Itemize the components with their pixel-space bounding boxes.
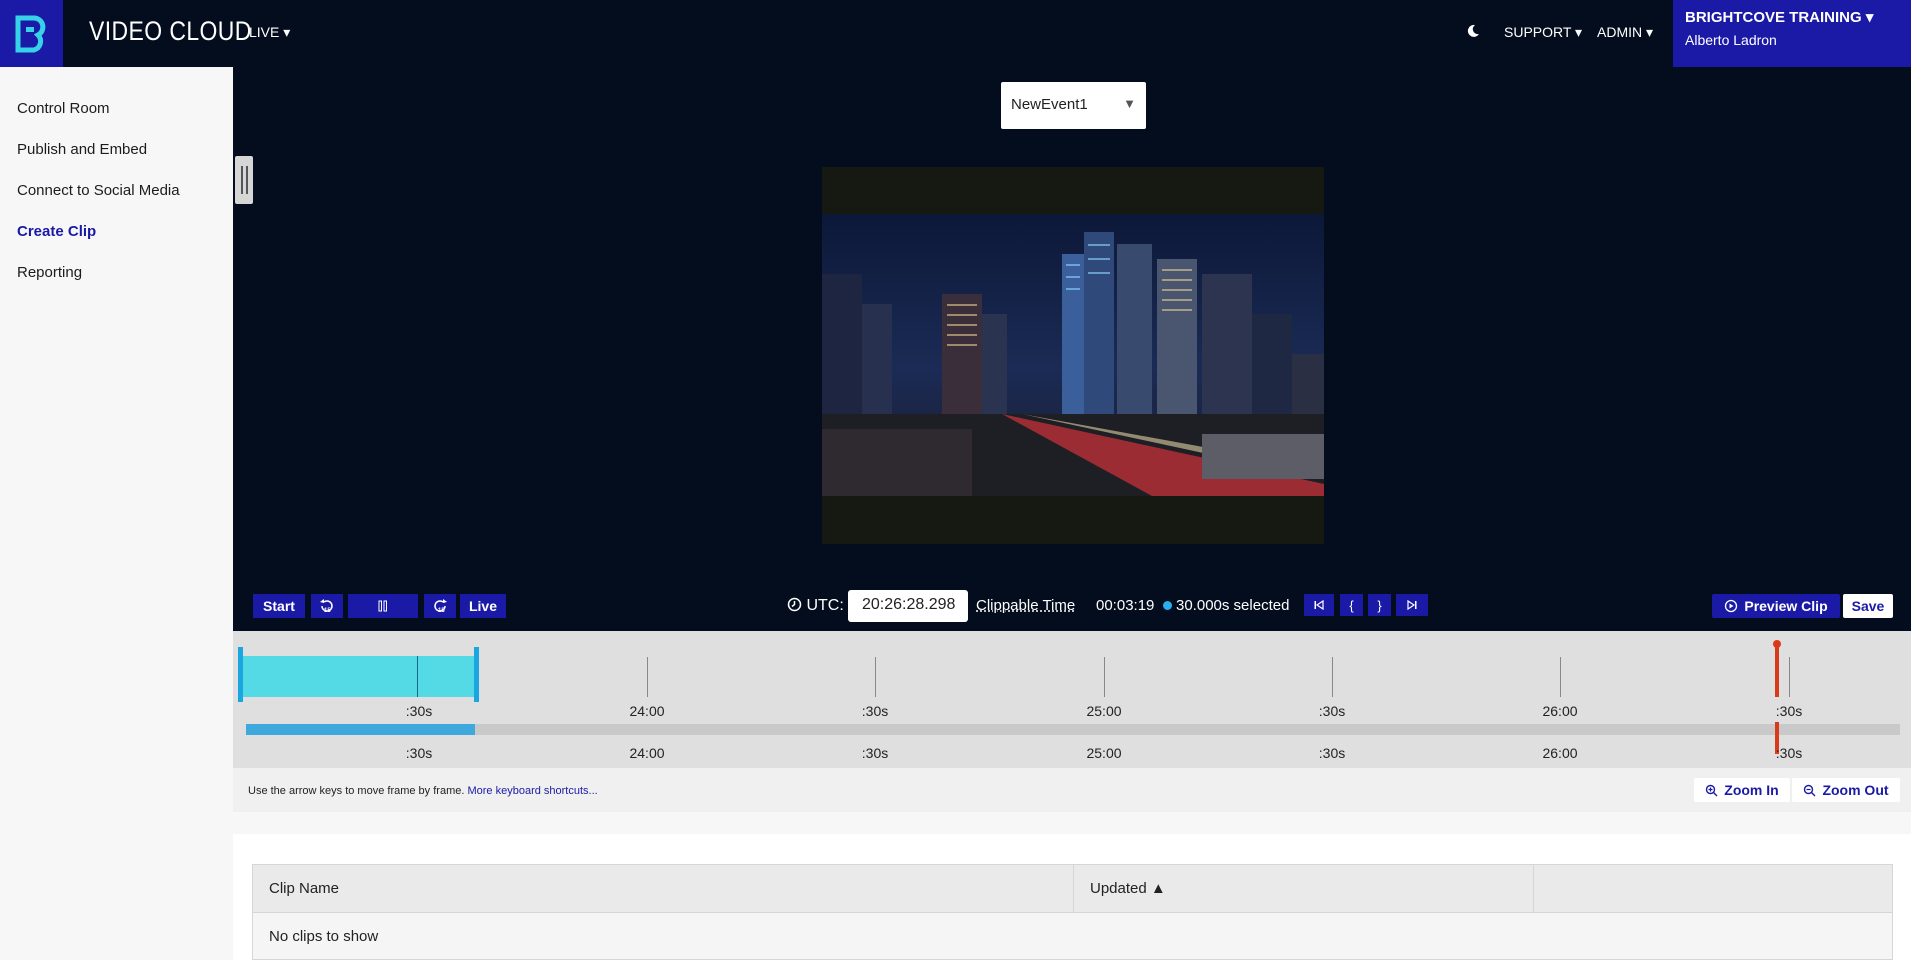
timeline-tick [1332, 657, 1333, 697]
sidebar-item-control-room[interactable]: Control Room [17, 100, 110, 117]
sidebar-item-social-media[interactable]: Connect to Social Media [17, 182, 180, 199]
chevron-down-icon: ▼ [1123, 96, 1136, 111]
timeline-label: :30s [405, 703, 433, 719]
timeline-tick [1560, 657, 1561, 697]
rewind-icon: 15 [320, 599, 333, 614]
forward-icon: 15 [434, 599, 447, 614]
mark-in-button[interactable]: { [1340, 594, 1363, 616]
column-actions [1533, 865, 1892, 913]
timeline-label: 25:00 [1086, 703, 1122, 719]
clippable-time-link[interactable]: Clippable Time [976, 597, 1075, 614]
zoom-out-icon [1804, 784, 1816, 796]
timeline-tick [1789, 657, 1790, 697]
video-player[interactable] [822, 167, 1324, 544]
column-clip-name[interactable]: Clip Name [253, 865, 1073, 913]
overview-selection [246, 724, 475, 735]
selection-end-handle[interactable] [474, 647, 479, 702]
timeline-label: :30s [1318, 703, 1346, 719]
zoom-in-icon [1706, 784, 1718, 796]
selection-midpoint [417, 656, 418, 697]
moon-icon[interactable] [1466, 24, 1480, 41]
forward-15-button[interactable]: 15 [424, 594, 456, 618]
skip-forward-icon [1407, 599, 1417, 611]
svg-text:15: 15 [324, 608, 331, 614]
sidebar: Control Room Publish and Embed Connect t… [0, 67, 233, 960]
overview-track[interactable] [246, 724, 1900, 735]
save-button[interactable]: Save [1843, 594, 1893, 618]
top-bar: VIDEO CLOUD LIVE ▾ SUPPORT ▾ ADMIN ▾ BRI… [0, 0, 1911, 67]
selection-dot-icon [1163, 601, 1172, 610]
mark-out-button[interactable]: } [1368, 594, 1391, 616]
timeline-tick [647, 657, 648, 697]
timeline-label: 26:00 [1542, 703, 1578, 719]
timeline-tick [875, 657, 876, 697]
product-name: VIDEO CLOUD [89, 16, 252, 46]
clips-table: Clip Name Updated ▲ No clips to show [252, 864, 1893, 960]
zoom-in-button[interactable]: Zoom In [1694, 778, 1790, 802]
column-updated[interactable]: Updated ▲ [1073, 865, 1533, 913]
brightcove-logo-icon[interactable] [0, 0, 63, 67]
selection-length: 30.000s selected [1163, 597, 1289, 614]
timeline-hint-bar: Use the arrow keys to move frame by fram… [233, 768, 1911, 812]
skip-back-icon [1314, 599, 1324, 611]
clip-timeline[interactable]: :30s 24:00 :30s 25:00 :30s 26:00 :30s :3… [233, 631, 1911, 768]
jump-to-end-button[interactable] [1396, 594, 1428, 616]
clippable-duration: 00:03:19 [1096, 597, 1155, 614]
zoom-out-button[interactable]: Zoom Out [1792, 778, 1900, 802]
overview-label: :30s [405, 745, 433, 761]
playhead-knob[interactable] [1773, 640, 1781, 648]
overview-label: :30s [861, 745, 889, 761]
event-select-value: NewEvent1 [1011, 96, 1088, 113]
overview-label: :30s [1318, 745, 1346, 761]
timeline-label: 24:00 [629, 703, 665, 719]
video-frame [822, 214, 1324, 496]
play-circle-icon [1725, 599, 1738, 613]
pause-button[interactable] [348, 594, 418, 618]
overview-label: 26:00 [1542, 745, 1578, 761]
sidebar-item-reporting[interactable]: Reporting [17, 264, 82, 281]
preview-clip-button[interactable]: Preview Clip [1712, 594, 1840, 618]
selection-start-handle[interactable] [238, 647, 243, 702]
empty-state: No clips to show [269, 928, 379, 945]
utc-time-field[interactable]: 20:26:28.298 [848, 590, 968, 622]
overview-label: :30s [1775, 745, 1803, 761]
account-menu[interactable]: BRIGHTCOVE TRAINING ▾ Alberto Ladron [1673, 0, 1911, 67]
timeline-tick [1104, 657, 1105, 697]
support-menu[interactable]: SUPPORT ▾ [1504, 24, 1582, 41]
playhead[interactable] [1775, 645, 1779, 697]
overview-label: 25:00 [1086, 745, 1122, 761]
sidebar-item-publish-embed[interactable]: Publish and Embed [17, 141, 147, 158]
keyboard-shortcuts-link[interactable]: More keyboard shortcuts... [467, 785, 597, 797]
overview-label: 24:00 [629, 745, 665, 761]
sidebar-item-create-clip[interactable]: Create Clip [17, 223, 96, 240]
rewind-15-button[interactable]: 15 [311, 594, 343, 618]
sidebar-resize-handle[interactable] [235, 156, 253, 204]
pause-icon [378, 600, 387, 612]
live-button[interactable]: Live [460, 594, 506, 618]
live-menu[interactable]: LIVE ▾ [249, 24, 290, 41]
timeline-label: :30s [1775, 703, 1803, 719]
start-button[interactable]: Start [253, 594, 305, 618]
clock-icon [787, 597, 802, 617]
utc-label: UTC: [787, 597, 844, 617]
keyboard-hint: Use the arrow keys to move frame by fram… [248, 785, 598, 797]
clip-selection-range[interactable] [238, 647, 479, 702]
jump-to-start-button[interactable] [1304, 594, 1334, 616]
svg-text:15: 15 [438, 608, 445, 614]
event-select[interactable]: NewEvent1 ▼ [1001, 82, 1146, 129]
admin-menu[interactable]: ADMIN ▾ [1597, 24, 1653, 41]
account-org: BRIGHTCOVE TRAINING ▾ [1685, 9, 1874, 26]
timeline-label: :30s [861, 703, 889, 719]
account-user: Alberto Ladron [1685, 32, 1777, 48]
